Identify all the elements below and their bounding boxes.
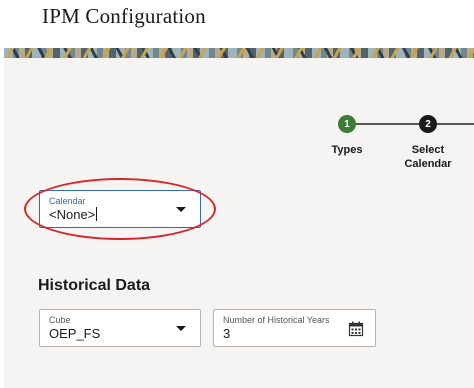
decorative-banner — [4, 48, 474, 58]
train-step-types[interactable]: 1 — [338, 115, 356, 133]
calendar-icon[interactable] — [348, 321, 364, 342]
cube-value: OEP_FS — [49, 326, 101, 341]
cube-select[interactable]: Cube OEP_FS — [39, 309, 201, 347]
page-title: IPM Configuration — [42, 4, 206, 28]
chevron-down-icon[interactable] — [176, 326, 186, 331]
annotation-highlight-ellipse — [24, 178, 216, 240]
historical-data-heading: Historical Data — [38, 277, 151, 294]
train-connector — [436, 123, 474, 125]
train-step-select-calendar[interactable]: 2 — [419, 115, 437, 133]
train-connector — [356, 123, 420, 125]
step-number: 1 — [344, 118, 350, 130]
step-number: 2 — [425, 118, 431, 130]
train-step-label[interactable]: Select Calendar — [398, 143, 458, 171]
historical-years-field[interactable]: Number of Historical Years 3 — [213, 309, 376, 347]
historical-years-value: 3 — [223, 326, 231, 341]
cube-label: Cube — [49, 315, 71, 325]
train-step-label[interactable]: Types — [322, 143, 372, 157]
historical-years-label: Number of Historical Years — [223, 315, 330, 325]
